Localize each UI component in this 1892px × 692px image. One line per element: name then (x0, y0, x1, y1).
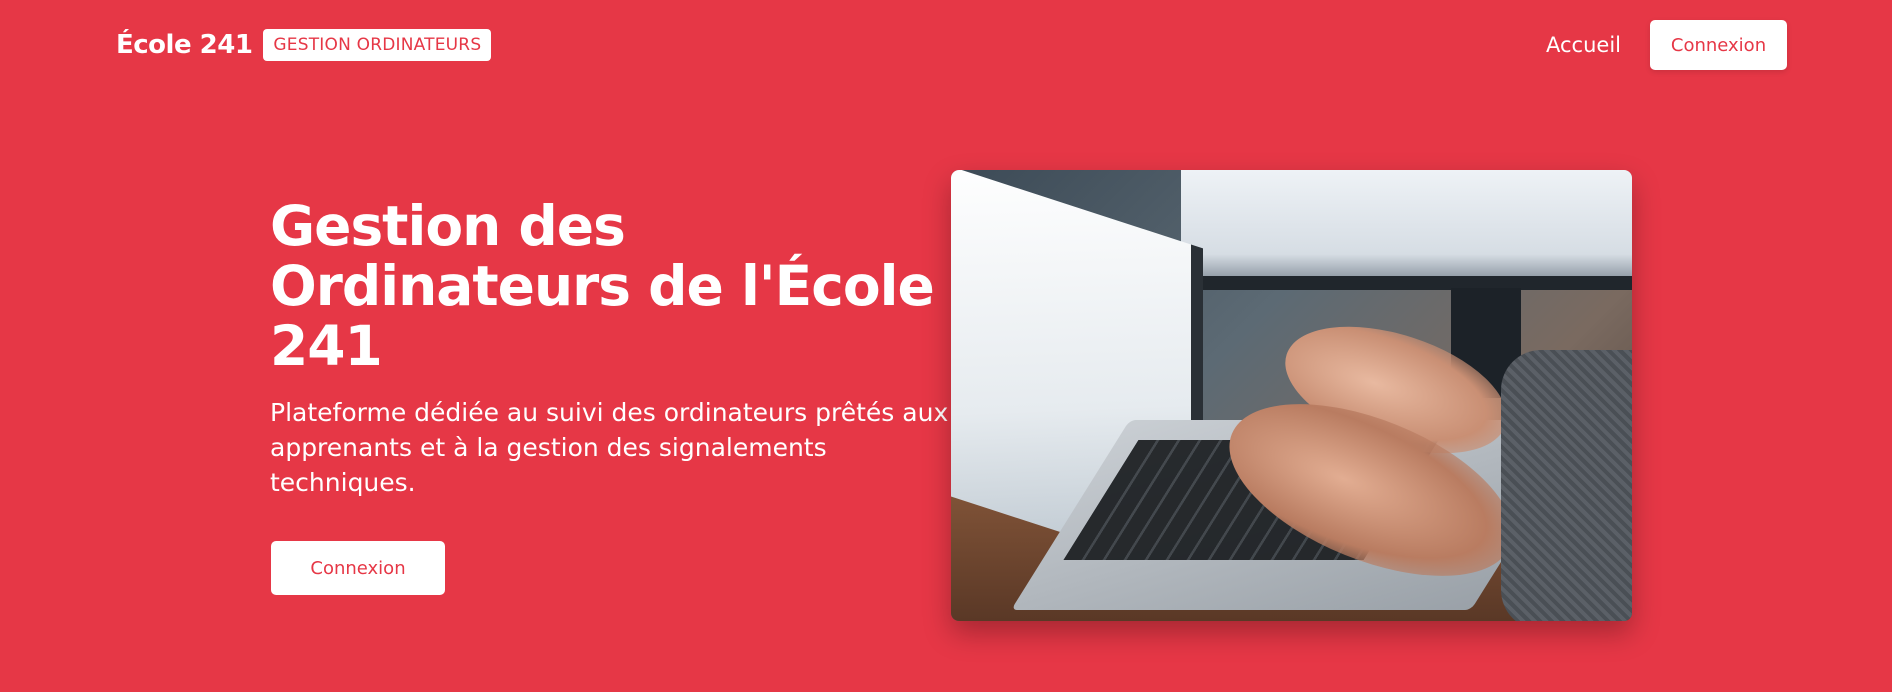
brand-name[interactable]: École 241 (116, 30, 253, 60)
hero-subtitle: Plateforme dédiée au suivi des ordinateu… (270, 398, 949, 497)
hero-section: École 241 GESTION ORDINATEURS Accueil Co… (0, 0, 1892, 692)
monitor-shape (1181, 170, 1632, 290)
hero-title: Gestion des Ordinateurs de l'École 241 (270, 194, 935, 378)
brand[interactable]: École 241 GESTION ORDINATEURS (116, 28, 492, 62)
hero-image-laptop-typing (951, 170, 1632, 621)
page: École 241 GESTION ORDINATEURS Accueil Co… (0, 0, 1892, 692)
sleeve-shape (1501, 350, 1632, 621)
nav-login-button[interactable]: Connexion (1650, 20, 1787, 70)
hero-login-button[interactable]: Connexion (271, 541, 445, 595)
brand-badge: GESTION ORDINATEURS (263, 29, 492, 61)
nav-link-home[interactable]: Accueil (1546, 30, 1621, 60)
